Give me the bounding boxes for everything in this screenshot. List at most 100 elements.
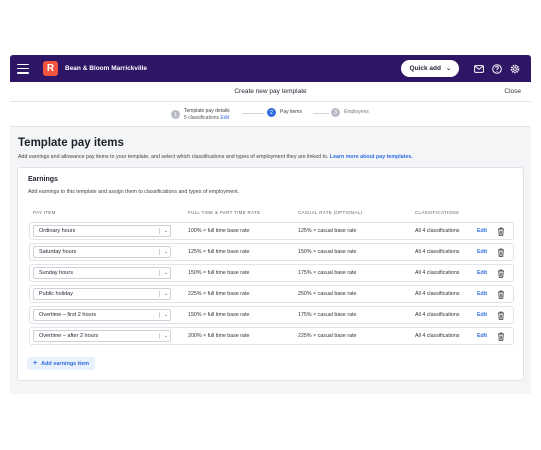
trash-icon[interactable] (497, 311, 505, 320)
casual-rate: 175% × casual base rate (298, 270, 357, 276)
close-link[interactable]: Close (504, 88, 521, 95)
step-label: Employees (344, 109, 369, 116)
menu-icon[interactable] (17, 63, 29, 74)
pay-item-value: Public holiday (39, 291, 73, 297)
page-heading: Create new pay template (234, 88, 307, 95)
earnings-card: Earnings Add earnings to this template a… (17, 167, 524, 381)
step-template-details[interactable]: 1 Template pay details 5 classifications… (171, 108, 230, 121)
ftpt-rate: 150% × full time base rate (188, 312, 250, 318)
select-divider (159, 270, 160, 276)
ftpt-rate: 125% × full time base rate (188, 249, 250, 255)
casual-rate: 125% × casual base rate (298, 228, 357, 234)
page-description-text: Add earnings and allowance pay items to … (18, 154, 329, 160)
pay-item-select[interactable]: Ordinary hours ⌄ (33, 225, 171, 237)
pay-item-value: Overtime – after 2 hours (39, 333, 99, 339)
step-number: 3 (331, 108, 340, 117)
column-header: CLASSIFICATIONS (415, 210, 460, 215)
learn-more-link[interactable]: Learn more about pay templates. (330, 154, 413, 160)
step-employees[interactable]: 3 Employees (331, 108, 369, 117)
classifications-value: All 4 classifications (415, 312, 460, 318)
ftpt-rate: 150% × full time base rate (188, 270, 250, 276)
trash-icon[interactable] (497, 290, 505, 299)
step-connector (242, 112, 264, 114)
casual-rate: 250% × casual base rate (298, 291, 357, 297)
business-name[interactable]: Bean & Bloom Marrickville (65, 65, 147, 72)
step-number: 1 (171, 110, 180, 119)
mail-icon[interactable] (473, 63, 485, 75)
classifications-value: All 4 classifications (415, 333, 460, 339)
pay-item-select[interactable]: Saturday hours ⌄ (33, 246, 171, 258)
sub-header: Create new pay template Close (10, 82, 531, 102)
step-connector (313, 112, 329, 114)
trash-icon[interactable] (497, 269, 505, 278)
table-row: Public holiday ⌄ 225% × full time base rat… (29, 285, 514, 303)
quick-add-button[interactable]: Quick add ⌄ (400, 60, 459, 77)
chevron-down-icon: ⌄ (163, 312, 168, 318)
add-earnings-label: Add earnings item (41, 360, 90, 367)
chevron-down-icon: ⌄ (163, 249, 168, 255)
edit-classifications-link[interactable]: Edit (477, 291, 487, 297)
edit-classifications-link[interactable]: Edit (477, 333, 487, 339)
column-header: CASUAL RATE (OPTIONAL) (298, 210, 363, 215)
edit-classifications-link[interactable]: Edit (477, 270, 487, 276)
table-row: Ordinary hours ⌄ 100% × full time base rat… (29, 222, 514, 240)
edit-classifications-link[interactable]: Edit (477, 312, 487, 318)
select-divider (159, 291, 160, 297)
pay-item-value: Ordinary hours (39, 228, 76, 234)
casual-rate: 150% × casual base rate (298, 249, 357, 255)
page-title: Template pay items (18, 137, 124, 149)
pay-item-select[interactable]: Overtime – after 2 hours ⌄ (33, 330, 171, 342)
chevron-down-icon: ⌄ (445, 66, 451, 72)
select-divider (159, 333, 160, 339)
table-row: Sunday hours ⌄ 150% × full time base rate 1… (29, 264, 514, 282)
earnings-description: Add earnings to this template and assign… (28, 189, 240, 195)
classifications-value: All 4 classifications (415, 228, 460, 234)
help-icon[interactable] (491, 63, 503, 75)
step-pay-items[interactable]: 2 Pay items (267, 108, 302, 117)
ftpt-rate: 100% × full time base rate (188, 228, 250, 234)
top-bar: R Bean & Bloom Marrickville Quick add ⌄ (10, 55, 531, 82)
plus-icon: + (33, 360, 38, 367)
earnings-title: Earnings (28, 176, 58, 183)
app-window: R Bean & Bloom Marrickville Quick add ⌄ … (10, 55, 531, 394)
table-header: PAY ITEM FULL TIME & PART TIME RATE CASU… (33, 210, 513, 218)
pay-item-select[interactable]: Overtime – first 2 hours ⌄ (33, 309, 171, 321)
select-divider (159, 228, 160, 234)
chevron-down-icon: ⌄ (163, 270, 168, 276)
stepper: 1 Template pay details 5 classifications… (10, 102, 531, 127)
table-row: Overtime – after 2 hours ⌄ 200% × full tim… (29, 327, 514, 345)
step-sub-label: 5 classifications (184, 114, 220, 121)
page-description: Add earnings and allowance pay items to … (18, 154, 524, 160)
table-row: Saturday hours ⌄ 125% × full time base rat… (29, 243, 514, 261)
step-label: Pay items (280, 109, 302, 116)
classifications-value: All 4 classifications (415, 291, 460, 297)
chevron-down-icon: ⌄ (163, 291, 168, 297)
casual-rate: 225% × casual base rate (298, 333, 357, 339)
chevron-down-icon: ⌄ (163, 333, 168, 339)
step-number: 2 (267, 108, 276, 117)
ftpt-rate: 200% × full time base rate (188, 333, 250, 339)
trash-icon[interactable] (497, 332, 505, 341)
add-earnings-button[interactable]: + Add earnings item (27, 357, 96, 370)
edit-classifications-link[interactable]: Edit (477, 228, 487, 234)
quick-add-label: Quick add (409, 65, 441, 72)
settings-icon[interactable] (509, 63, 521, 75)
pay-item-value: Overtime – first 2 hours (39, 312, 97, 318)
ftpt-rate: 225% × full time base rate (188, 291, 250, 297)
pay-item-value: Saturday hours (39, 249, 77, 255)
pay-item-select[interactable]: Public holiday ⌄ (33, 288, 171, 300)
table-row: Overtime – first 2 hours ⌄ 150% × full tim… (29, 306, 514, 324)
pay-item-value: Sunday hours (39, 270, 73, 276)
select-divider (159, 249, 160, 255)
main-content: Template pay items Add earnings and allo… (10, 127, 531, 381)
step-edit-link[interactable]: Edit (220, 115, 229, 121)
app-logo[interactable]: R (43, 61, 58, 76)
pay-item-select[interactable]: Sunday hours ⌄ (33, 267, 171, 279)
chevron-down-icon: ⌄ (163, 228, 168, 234)
edit-classifications-link[interactable]: Edit (477, 249, 487, 255)
select-divider (159, 312, 160, 318)
trash-icon[interactable] (497, 248, 505, 257)
casual-rate: 175% × casual base rate (298, 312, 357, 318)
trash-icon[interactable] (497, 227, 505, 236)
column-header: FULL TIME & PART TIME RATE (188, 210, 261, 215)
